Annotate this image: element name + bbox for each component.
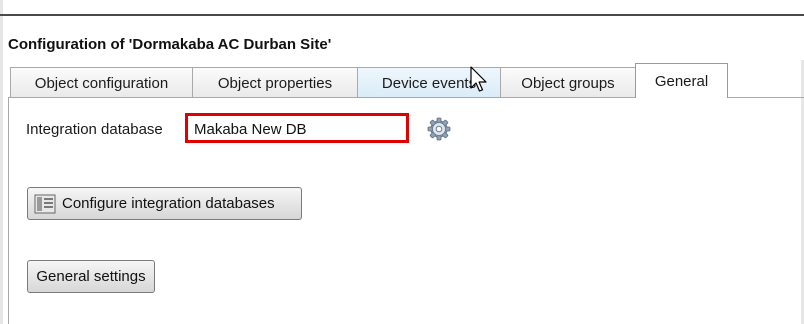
tab-general[interactable]: General xyxy=(635,63,728,98)
integration-database-field[interactable]: Makaba New DB xyxy=(185,113,409,143)
general-settings-label: General settings xyxy=(36,268,146,285)
mouse-pointer-icon xyxy=(470,66,488,94)
window-left-border xyxy=(0,0,3,324)
integration-database-label: Integration database xyxy=(26,121,163,138)
top-divider xyxy=(0,14,804,16)
tab-panel-left-border xyxy=(8,97,9,324)
general-settings-button[interactable]: General settings xyxy=(27,260,155,293)
gear-icon[interactable] xyxy=(426,116,452,142)
tab-object-properties[interactable]: Object properties xyxy=(192,67,358,98)
configuration-window: Configuration of 'Dormakaba AC Durban Si… xyxy=(0,0,804,324)
configure-integration-databases-button[interactable]: Configure integration databases xyxy=(27,187,302,220)
configure-integration-databases-label: Configure integration databases xyxy=(62,195,275,212)
window-title: Configuration of 'Dormakaba AC Durban Si… xyxy=(8,36,332,53)
tab-bar: Object configuration Object properties D… xyxy=(10,63,728,98)
tab-object-configuration[interactable]: Object configuration xyxy=(10,67,193,98)
database-list-icon xyxy=(34,194,56,214)
tab-object-groups[interactable]: Object groups xyxy=(500,67,636,98)
